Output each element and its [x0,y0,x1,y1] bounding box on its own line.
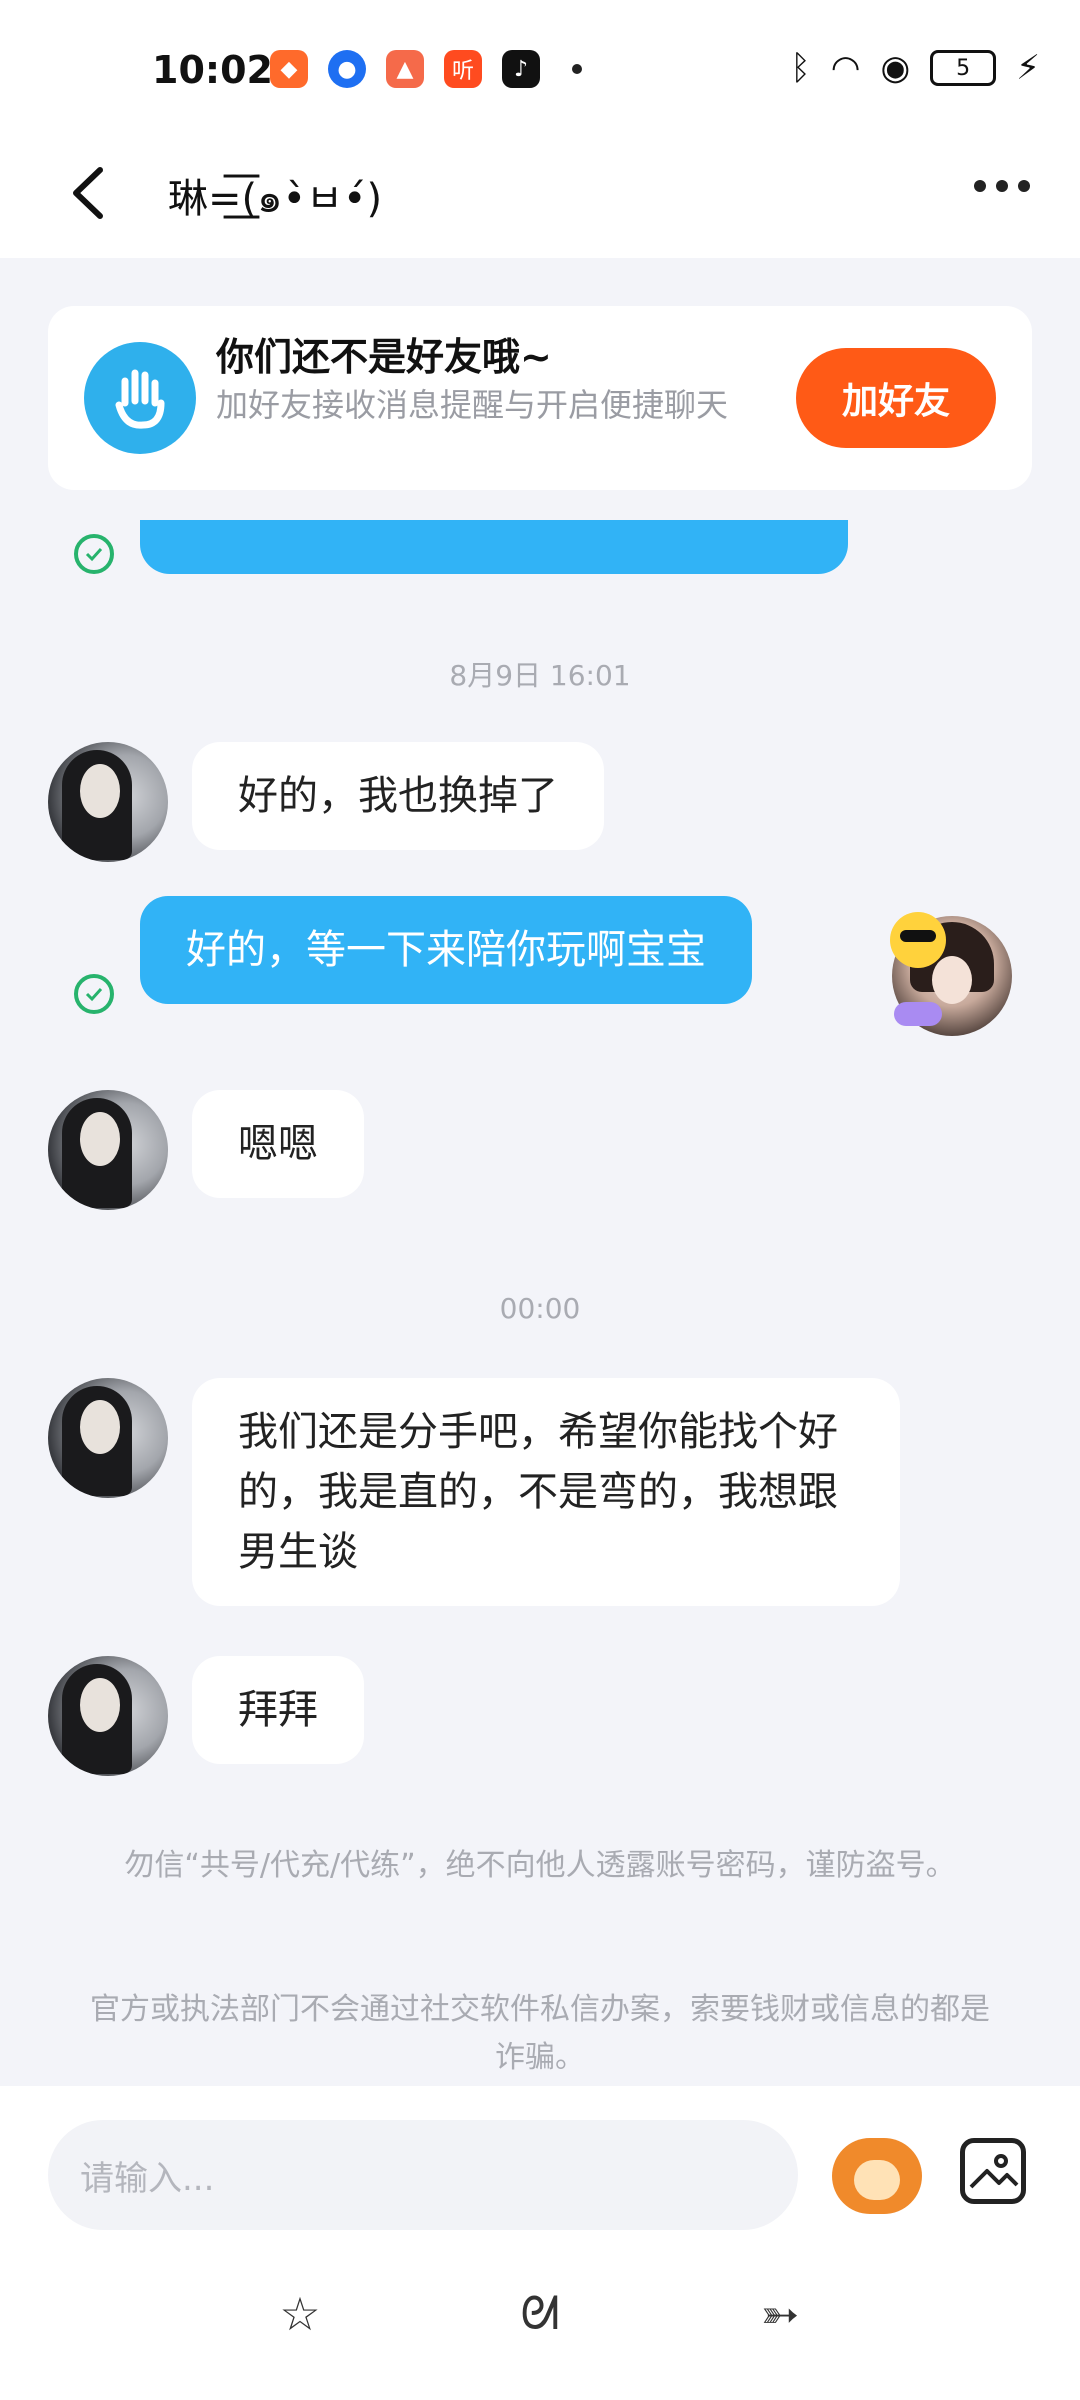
chevron-left-icon [73,167,103,219]
add-friend-banner: 你们还不是好友哦~ 加好友接收消息提醒与开启便捷聊天 加好友 [48,306,1032,490]
contact-avatar[interactable] [48,1090,168,1210]
more-dot [974,180,986,192]
app-listen-icon: 听 [444,50,482,88]
safety-notice: 勿信“共号/代充/代练”，绝不向他人透露账号密码，谨防盗号。 [124,1848,956,1883]
back-button[interactable] [60,158,120,228]
read-check-icon [74,974,114,1014]
fish-icon[interactable]: ➳ [752,2286,808,2342]
more-options-button[interactable] [974,180,1030,192]
charging-icon: ⚡ [1016,48,1040,88]
app-circle-icon: ● [328,50,366,88]
bone-sticker-icon [894,1002,942,1026]
banner-subtitle: 加好友接收消息提醒与开启便捷聊天 [216,386,729,424]
incoming-message-bubble[interactable]: 我们还是分手吧，希望你能找个好的，我是直的，不是弯的，我想跟男生谈 [192,1378,900,1606]
safety-notice: 官方或执法部门不会通过社交软件私信办案，索要钱财或信息的都是诈骗。 [90,1992,990,2075]
bluetooth-icon: ᛒ [790,48,811,88]
app-notification-icon: ◆ [270,50,308,88]
status-time: 10:02 [152,48,273,92]
contact-avatar[interactable] [48,1656,168,1776]
status-right: ᛒ ◠ ◉ 5 ⚡ [790,48,1040,88]
avatar-face [80,764,120,818]
hand-icon [115,369,165,429]
sunglasses-sticker-icon [890,912,946,968]
previous-message-bubble[interactable] [140,520,848,574]
chat-header: 琳=͟͟͞͞(๑•̀ㅂ•́) [0,140,1080,258]
more-dot [1018,180,1030,192]
bottom-toolbar: ☆ ᘛ ➳ [0,2286,1080,2342]
contact-avatar[interactable] [48,1378,168,1498]
image-icon [969,2154,1019,2189]
avatar-face [80,1400,120,1454]
eye-icon: ◉ [880,48,911,88]
status-app-icons: ◆ ● ▲ 听 ♪ [270,50,582,88]
message-input[interactable]: 请输入... [48,2120,798,2230]
mascot-emoji-icon[interactable] [832,2138,922,2214]
more-notifications-dot [572,64,582,74]
incoming-message-bubble[interactable]: 好的，我也换掉了 [192,742,604,850]
image-picker-icon[interactable] [960,2138,1026,2204]
message-timestamp: 8月9日 16:01 [449,659,631,692]
read-check-icon [74,534,114,574]
outgoing-message-bubble[interactable]: 好的，等一下来陪你玩啊宝宝 [140,896,752,1004]
add-friend-button[interactable]: 加好友 [796,348,996,448]
more-dot [996,180,1008,192]
bunny-icon[interactable]: ᘛ [512,2286,568,2342]
avatar-face [80,1112,120,1166]
incoming-message-bubble[interactable]: 拜拜 [192,1656,364,1764]
tiktok-icon: ♪ [502,50,540,88]
incoming-message-bubble[interactable]: 嗯嗯 [192,1090,364,1198]
wifi-icon: ◠ [830,48,861,88]
message-timestamp: 00:00 [499,1292,581,1325]
battery-level: 5 [956,55,971,81]
contact-avatar[interactable] [48,742,168,862]
banner-title: 你们还不是好友哦~ [216,335,552,379]
avatar-face [932,956,972,1004]
contact-name[interactable]: 琳=͟͟͞͞(๑•̀ㅂ•́) [168,166,382,230]
avatar-face [80,1678,120,1732]
input-bar: 请输入... ☆ ᘛ ➳ [0,2086,1080,2400]
battery-icon: 5 [930,50,997,86]
star-icon[interactable]: ☆ [272,2286,328,2342]
app-shop-icon: ▲ [386,50,424,88]
status-bar: 10:02 ◆ ● ▲ 听 ♪ ᛒ ◠ ◉ 5 ⚡ [0,0,1080,140]
hand-wave-icon [84,342,196,454]
